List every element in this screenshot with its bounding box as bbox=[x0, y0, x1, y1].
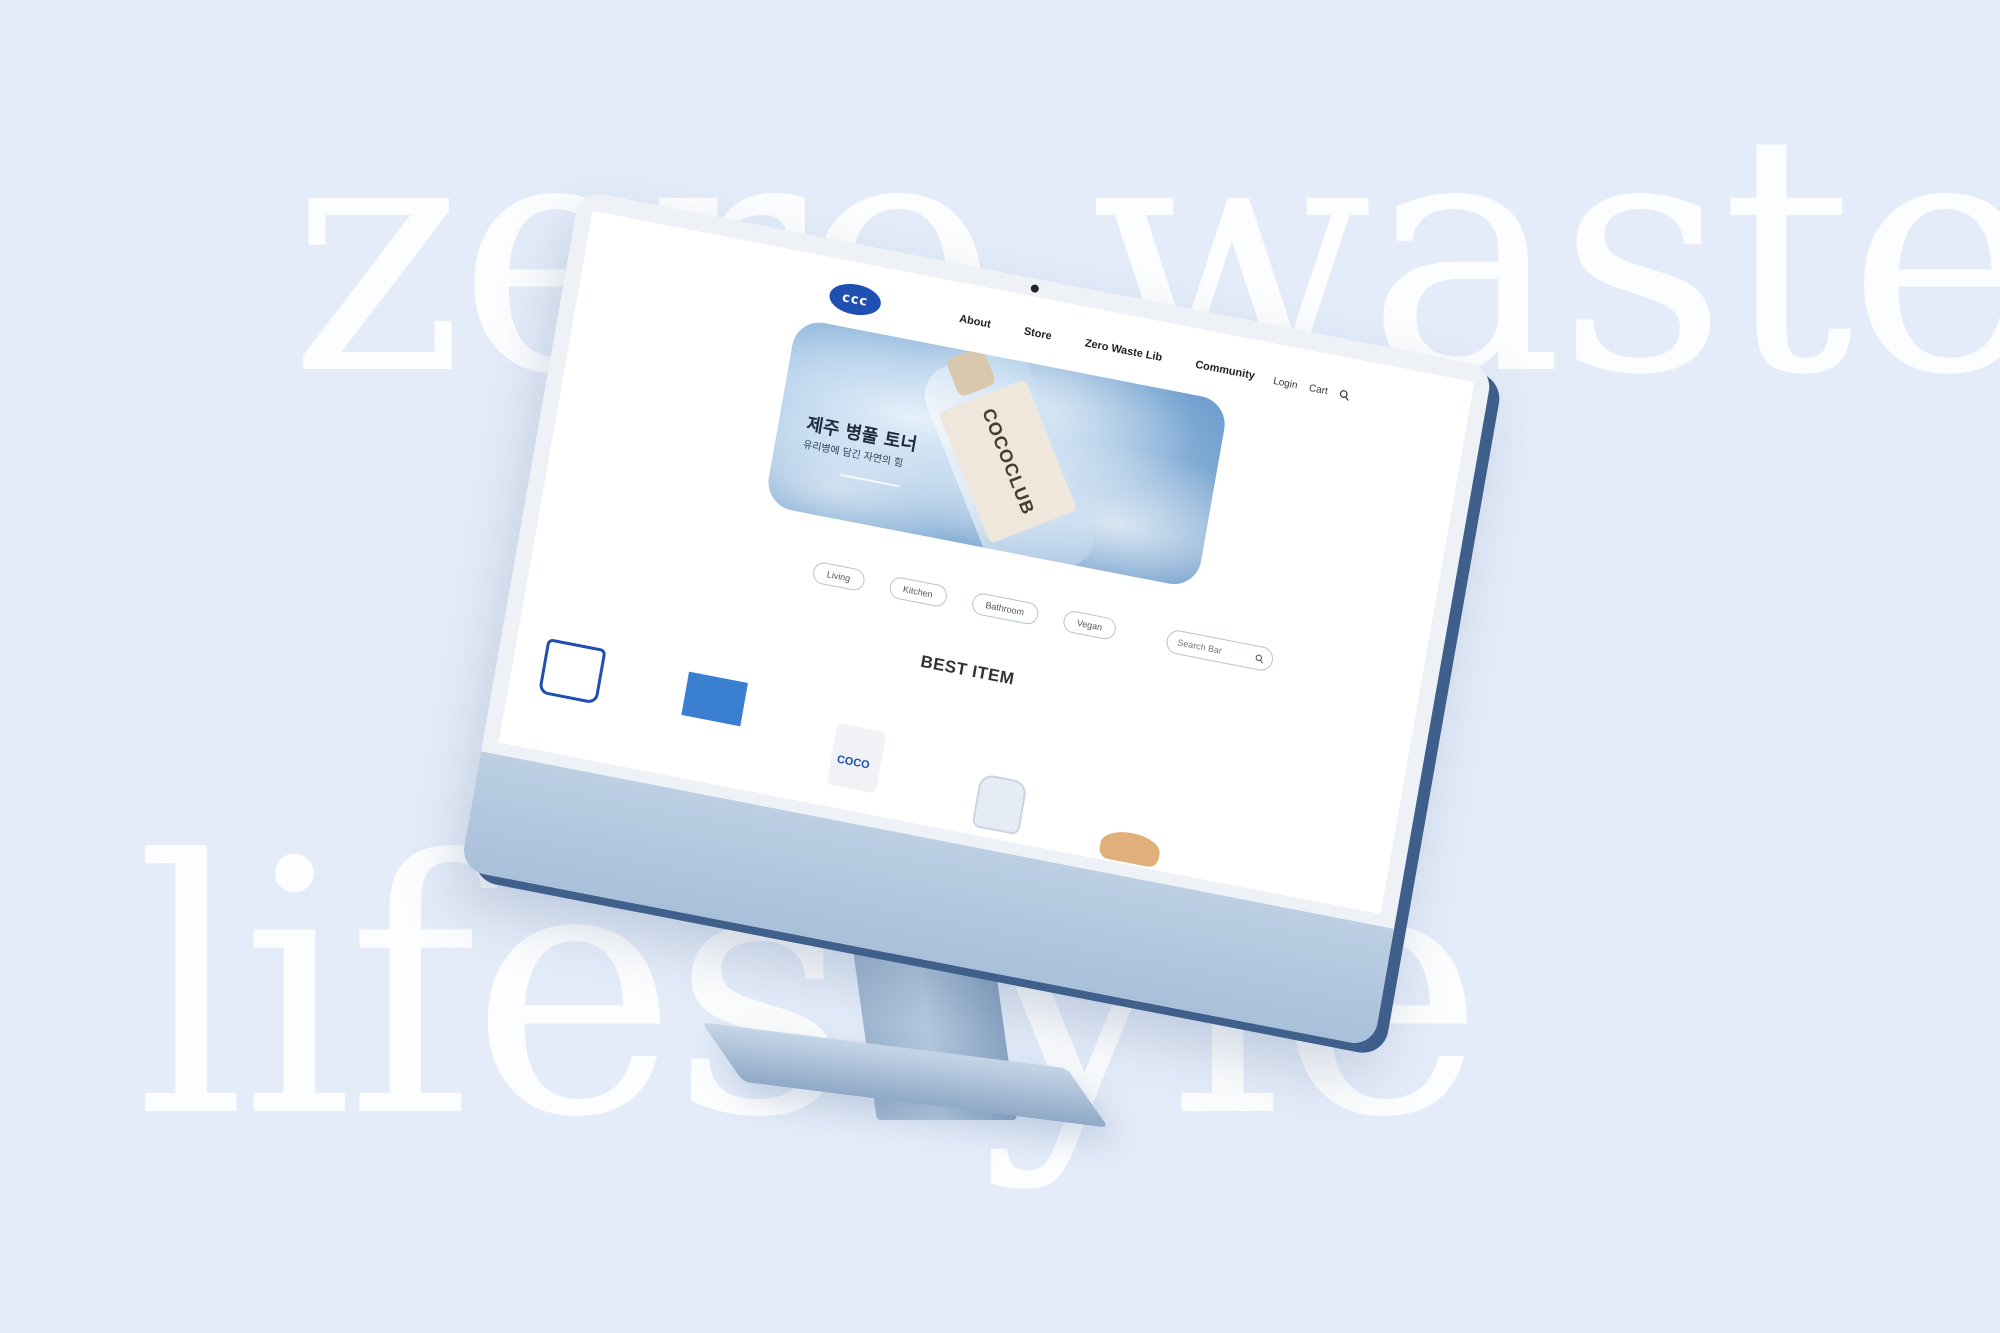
product-bread[interactable] bbox=[1098, 827, 1163, 869]
product-mug[interactable] bbox=[537, 638, 607, 705]
chip-vegan[interactable]: Vegan bbox=[1061, 609, 1118, 642]
search-icon[interactable] bbox=[1339, 389, 1352, 402]
login-link[interactable]: Login bbox=[1272, 376, 1298, 392]
chip-kitchen[interactable]: Kitchen bbox=[887, 575, 949, 609]
chip-living[interactable]: Living bbox=[811, 560, 866, 593]
search-input[interactable]: Search Bar bbox=[1164, 628, 1275, 673]
nav-store[interactable]: Store bbox=[1023, 325, 1053, 342]
nav-zero-waste-lib[interactable]: Zero Waste Lib bbox=[1084, 337, 1163, 364]
bottle-brand: COCOCLUB bbox=[978, 405, 1039, 518]
nav-about[interactable]: About bbox=[958, 313, 991, 331]
cart-link[interactable]: Cart bbox=[1308, 383, 1328, 397]
product-bag[interactable]: COCO bbox=[826, 722, 887, 794]
site-logo[interactable]: ccc bbox=[827, 279, 884, 320]
product-bag-label: COCO bbox=[835, 753, 871, 772]
search-icon[interactable] bbox=[1254, 653, 1264, 664]
product-jar[interactable] bbox=[971, 773, 1028, 836]
header-utilities: Login Cart bbox=[1272, 376, 1351, 402]
search-placeholder: Search Bar bbox=[1176, 637, 1223, 656]
product-card[interactable] bbox=[681, 671, 748, 727]
chip-bathroom[interactable]: Bathroom bbox=[969, 591, 1040, 626]
nav-community[interactable]: Community bbox=[1194, 359, 1255, 382]
camera-dot bbox=[1030, 283, 1040, 294]
